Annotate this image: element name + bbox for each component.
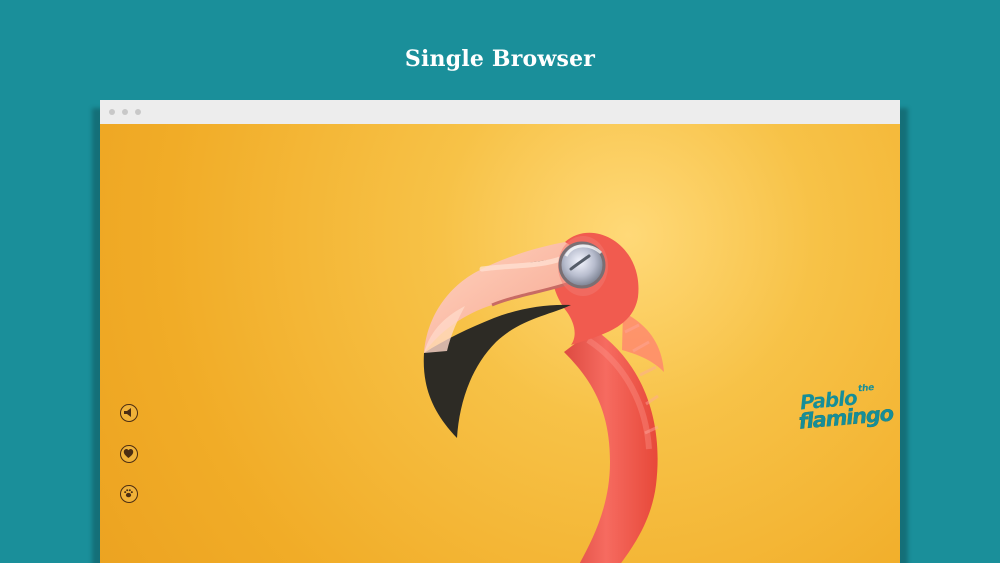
window-dot <box>109 109 115 115</box>
flamingo-illustration <box>423 232 664 563</box>
paw-icon <box>124 489 133 498</box>
browser-viewport: Pablo the flamingo <box>100 124 900 563</box>
browser-chrome <box>100 100 900 125</box>
heart-icon <box>123 449 134 458</box>
paw-button[interactable] <box>120 485 138 503</box>
pablo-the-flamingo-logo: Pablo the flamingo <box>796 383 893 438</box>
sound-button[interactable] <box>120 404 138 422</box>
favorite-button[interactable] <box>120 445 138 463</box>
logo-line-the: the <box>857 383 875 395</box>
presentation-page: Single Browser Pablo the flamingo <box>0 0 1000 563</box>
window-dot <box>122 109 128 115</box>
single-browser-window: Pablo the flamingo <box>100 100 900 563</box>
speaker-icon <box>124 408 131 417</box>
logo-line-flamingo: flamingo <box>797 401 894 434</box>
window-dot <box>135 109 141 115</box>
page-title: Single Browser <box>404 46 596 72</box>
